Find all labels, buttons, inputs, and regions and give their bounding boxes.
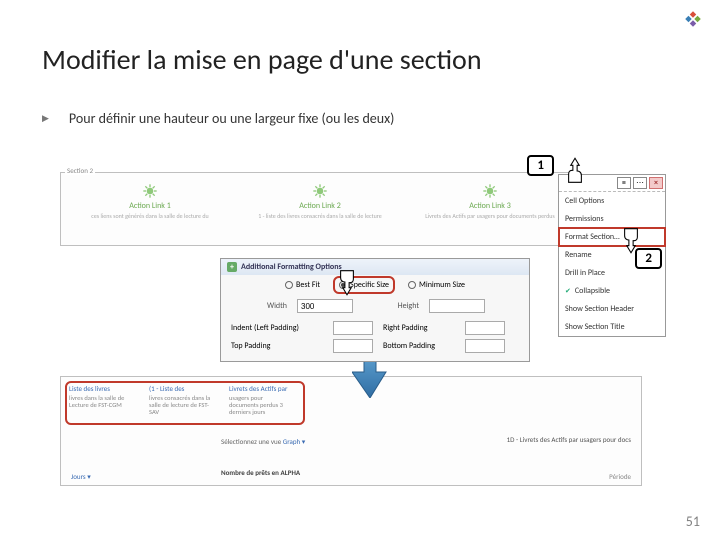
result-col: (1 - Liste deslivres consacrés dans la s…: [149, 385, 211, 416]
menu-item-permissions[interactable]: Permissions: [559, 210, 665, 228]
action-link-title: Action Link 3: [415, 201, 565, 211]
gear-icon: [312, 183, 328, 199]
pointer-hand-icon: [330, 260, 364, 299]
action-link-desc: ces liens sont générés dans la salle de …: [75, 213, 225, 220]
width-label: Width: [231, 301, 287, 311]
section-panel: Section 2 Action Link 1 ces liens sont g…: [60, 172, 580, 246]
view-selector-row: Sélectionnez une vue Graph ▾: [221, 437, 305, 446]
top-padding-input[interactable]: [333, 339, 373, 353]
bullet-text: Pour définir une hauteur ou une largeur …: [69, 110, 395, 127]
radio-best-fit[interactable]: Best Fit: [285, 280, 320, 290]
action-link-title: Action Link 2: [245, 201, 395, 211]
action-link-desc: 1 - liste des livres consacrés dans la s…: [245, 213, 395, 220]
result-footer-right: Période: [609, 472, 631, 481]
menu-item-collapsible[interactable]: Collapsible: [559, 282, 665, 300]
menu-item-format-section[interactable]: Format Section…: [559, 228, 665, 246]
slide-title: Modifier la mise en page d'une section: [42, 42, 482, 77]
result-heading: Nombre de prêts en ALPHA: [221, 468, 300, 477]
height-input[interactable]: [429, 299, 485, 313]
indent-input[interactable]: [333, 321, 373, 335]
result-col: Liste des livreslivres dans la salle de …: [69, 385, 131, 416]
brand-logo-icon: [682, 8, 704, 35]
section-panel-label: Section 2: [65, 166, 95, 175]
action-link-title: Action Link 1: [75, 201, 225, 211]
height-label: Height: [363, 301, 419, 311]
pointer-hand-icon: [558, 154, 592, 193]
bottom-padding-label: Bottom Padding: [383, 341, 459, 351]
right-padding-label: Right Padding: [383, 323, 459, 333]
right-padding-input[interactable]: [465, 321, 505, 335]
radio-minimum-size[interactable]: Minimum Size: [408, 280, 465, 290]
indent-label: Indent (Left Padding): [231, 323, 327, 333]
bottom-padding-input[interactable]: [465, 339, 505, 353]
expand-icon[interactable]: +: [227, 262, 237, 272]
callout-badge-2: 2: [635, 248, 662, 269]
result-right-text: 1D - Livrets des Actifs par usagers pour…: [507, 435, 631, 444]
bullet-item: ▶ Pour définir une hauteur ou une largeu…: [42, 110, 394, 127]
bullet-marker-icon: ▶: [42, 113, 49, 124]
width-input[interactable]: [297, 299, 353, 313]
menu-item-show-title[interactable]: Show Section Title: [559, 318, 665, 336]
dialog-title: Additional Formatting Options: [241, 262, 342, 272]
close-icon[interactable]: ×: [649, 177, 663, 189]
result-footer-left: Jours ▾: [71, 472, 91, 481]
menu-item-cell-options[interactable]: Cell Options: [559, 192, 665, 210]
menu-item-show-header[interactable]: Show Section Header: [559, 300, 665, 318]
menu-settings-icon[interactable]: ⋯: [633, 177, 647, 189]
gear-icon: [142, 183, 158, 199]
illustration-stage: 1 Section 2 Action Link 1 ces liens sont…: [60, 152, 670, 492]
formatting-options-dialog: + Additional Formatting Options Best Fit…: [220, 258, 530, 362]
action-link-col: Action Link 1 ces liens sont générés dan…: [75, 183, 225, 220]
view-dropdown[interactable]: Graph ▾: [283, 437, 306, 446]
action-link-desc: Livrets des Actifs par usagers pour docu…: [415, 213, 565, 220]
action-link-col: Action Link 2 1 - liste des livres consa…: [245, 183, 395, 220]
action-link-col: Action Link 3 Livrets des Actifs par usa…: [415, 183, 565, 220]
callout-badge-1: 1: [527, 155, 554, 176]
result-col: Livrets des Actifs parusagers pour docum…: [229, 385, 291, 416]
page-number: 51: [686, 513, 700, 530]
menu-options-icon[interactable]: ≡: [617, 177, 631, 189]
top-padding-label: Top Padding: [231, 341, 327, 351]
result-panel: Liste des livreslivres dans la salle de …: [60, 376, 642, 486]
gear-icon: [482, 183, 498, 199]
